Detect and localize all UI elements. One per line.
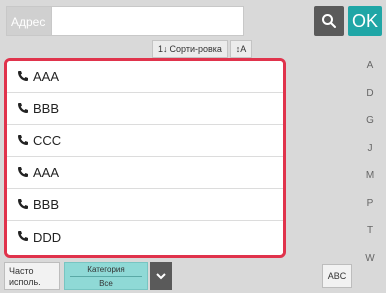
phone-icon (18, 71, 28, 81)
sort-order-icon: 1↓ (158, 44, 168, 54)
list-item[interactable]: AAA (7, 61, 283, 93)
list-item[interactable]: CCC (7, 125, 283, 157)
list-item[interactable]: BBB (7, 93, 283, 125)
list-item[interactable]: DDD (7, 221, 283, 253)
index-letter-m[interactable]: M (366, 170, 374, 181)
frequent-use-button[interactable]: Часто исполь. (4, 262, 60, 290)
category-divider (70, 275, 142, 277)
index-letter-j[interactable]: J (368, 143, 373, 154)
index-letter-w[interactable]: W (365, 253, 374, 264)
phone-icon (18, 135, 28, 145)
contact-name: BBB (33, 101, 60, 116)
category-dropdown-button[interactable] (150, 262, 172, 290)
contact-name: DDD (33, 229, 62, 245)
list-item[interactable]: AAA (7, 157, 283, 189)
sort-label: Сорти-ровка (169, 44, 222, 54)
search-button[interactable] (314, 6, 344, 36)
index-letter-a[interactable]: A (367, 60, 374, 71)
phone-icon (18, 231, 28, 241)
index-letter-g[interactable]: G (366, 115, 374, 126)
list-item[interactable]: BBB (7, 189, 283, 221)
sort-az-label: A (240, 44, 247, 54)
ok-button[interactable]: OK (348, 6, 382, 36)
index-letter-p[interactable]: P (367, 198, 374, 209)
contact-name: AAA (33, 165, 60, 180)
phone-icon (18, 103, 28, 113)
sort-button[interactable]: 1↓ Сорти-ровка (152, 40, 228, 58)
contact-name: CCC (33, 133, 62, 148)
phone-icon (18, 167, 28, 177)
contact-list: AAA BBB CCC AAA BBB DDD (4, 58, 286, 258)
index-letter-t[interactable]: T (367, 225, 373, 236)
contact-name: BBB (33, 197, 60, 212)
alphabet-index: A D G J M P T W (356, 52, 384, 270)
category-value: Все (99, 278, 113, 288)
phone-icon (18, 199, 28, 209)
abc-button[interactable]: ABC (322, 264, 352, 288)
index-letter-d[interactable]: D (366, 88, 373, 99)
chevron-down-icon (156, 273, 166, 280)
address-label: Адрес (6, 6, 52, 36)
contact-name: AAA (33, 69, 60, 84)
sort-az-button[interactable]: ↕ A (230, 40, 252, 58)
search-icon (322, 14, 336, 28)
category-title: Категория (87, 264, 125, 274)
category-selector[interactable]: Категория Все (64, 262, 148, 290)
